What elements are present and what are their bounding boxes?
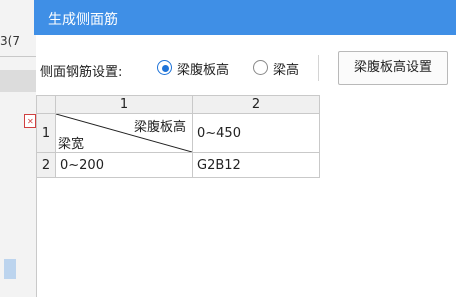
corner-header[interactable] [36,95,56,114]
radio-web-height-label: 梁腹板高 [177,63,230,78]
row-header[interactable]: 2 [36,152,56,178]
column-header[interactable]: 2 [192,95,320,114]
radio-circle-icon [157,60,172,75]
toolbar-divider [318,55,319,81]
web-height-settings-button[interactable]: 梁腹板高设置 [338,51,448,85]
generate-side-rebar-dialog: 生成侧面筋 侧面钢筋设置: 梁腹板高 梁高 梁腹板高设置 1 2 1 梁腹板高 … [34,0,456,297]
settings-toolbar: 侧面钢筋设置: 梁腹板高 梁高 梁腹板高设置 [36,35,456,95]
delete-mark-icon: ✕ [27,117,34,126]
table-cell[interactable]: 0~450 [192,113,320,153]
rebar-table: 1 2 1 梁腹板高 梁宽 0~450 2 0~200 G2B12 [36,95,320,178]
background-app-text: 3(7 [0,34,20,48]
background-divider [0,56,36,57]
table-cell[interactable]: G2B12 [192,152,320,178]
rebar-grid: 1 2 1 梁腹板高 梁宽 0~450 2 0~200 G2B12 [36,95,456,297]
radio-circle-icon [253,60,268,75]
background-app-window: 3(7 ✕ [0,0,36,297]
table-cell-diagonal-header[interactable]: 梁腹板高 梁宽 [55,113,193,153]
column-header[interactable]: 1 [55,95,193,114]
dialog-title: 生成侧面筋 [48,12,118,28]
table-cell[interactable]: 0~200 [55,152,193,178]
diagonal-header-top-label: 梁腹板高 [133,120,186,135]
radio-beam-height-label: 梁高 [273,63,300,78]
row-header[interactable]: 1 [36,113,56,153]
radio-web-height[interactable]: 梁腹板高 [157,59,241,78]
radio-beam-height[interactable]: 梁高 [253,59,309,78]
dialog-title-bar[interactable]: 生成侧面筋 [34,0,456,35]
side-rebar-setting-label: 侧面钢筋设置: [40,65,123,80]
background-selection-highlight [4,259,16,279]
radio-selected-dot-icon [162,65,169,72]
background-toolbar-band [0,70,36,92]
diagonal-header-bottom-label: 梁宽 [58,137,85,152]
